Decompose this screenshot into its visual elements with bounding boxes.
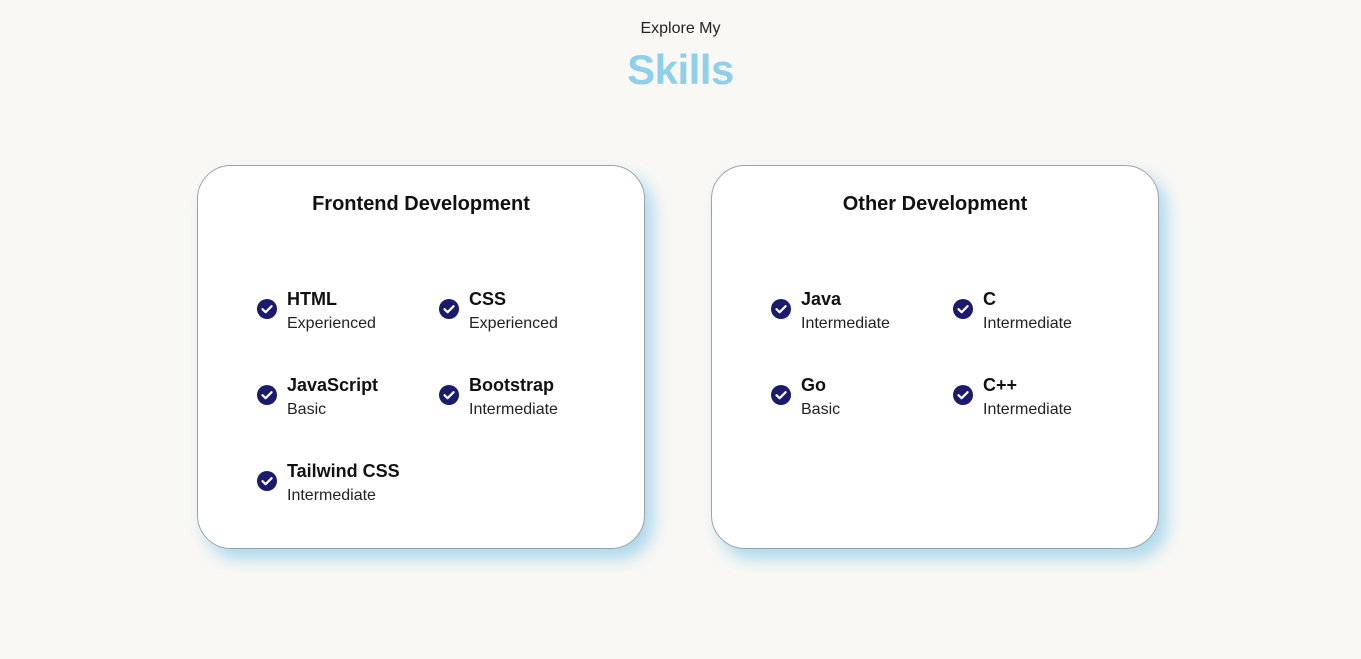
skill-level: Intermediate	[287, 487, 376, 504]
skill-name: Tailwind CSS	[287, 461, 400, 481]
skill-level: Intermediate	[983, 315, 1072, 332]
skill-level: Experienced	[469, 315, 558, 332]
check-circle-icon	[439, 299, 459, 319]
skill-name: Java	[801, 289, 842, 309]
card-title: Other Development	[842, 193, 1028, 215]
skill-item: Tailwind CSS Intermediate	[257, 460, 427, 510]
check-circle-icon	[953, 385, 973, 405]
skill-name: CSS	[469, 289, 507, 309]
skill-item: Bootstrap Intermediate	[439, 374, 609, 424]
skill-level: Intermediate	[801, 315, 890, 332]
skill-item: C++ Intermediate	[953, 374, 1123, 424]
skill-name: Bootstrap	[469, 375, 554, 395]
check-circle-icon	[771, 385, 791, 405]
check-circle-icon	[439, 385, 459, 405]
skill-item: Go Basic	[771, 374, 941, 424]
skill-name: C	[983, 289, 996, 309]
skill-level: Experienced	[287, 315, 376, 332]
skill-item: C Intermediate	[953, 288, 1123, 338]
skill-level: Basic	[801, 401, 841, 418]
skills-card-frontend: Frontend Development HTML Experienced CS…	[197, 165, 645, 549]
check-circle-icon	[257, 385, 277, 405]
skill-level: Basic	[287, 401, 327, 418]
skill-item: JavaScript Basic	[257, 374, 427, 424]
skill-level: Intermediate	[469, 401, 558, 418]
section-eyebrow: Explore My	[640, 20, 721, 37]
card-title: Frontend Development	[312, 193, 530, 215]
check-circle-icon	[257, 471, 277, 491]
skill-item: CSS Experienced	[439, 288, 609, 338]
skill-level: Intermediate	[983, 401, 1072, 418]
section-title: Skills	[627, 46, 734, 93]
skill-name: Go	[801, 375, 826, 395]
section-header: Explore My Skills	[0, 18, 1361, 94]
skill-item: HTML Experienced	[257, 288, 427, 338]
skills-card-other: Other Development Java Intermediate C In…	[711, 165, 1159, 549]
check-circle-icon	[257, 299, 277, 319]
skill-name: JavaScript	[287, 375, 379, 395]
check-circle-icon	[953, 299, 973, 319]
check-circle-icon	[771, 299, 791, 319]
skill-name: HTML	[287, 289, 337, 309]
skill-name: C++	[983, 375, 1018, 395]
skill-item: Java Intermediate	[771, 288, 941, 338]
